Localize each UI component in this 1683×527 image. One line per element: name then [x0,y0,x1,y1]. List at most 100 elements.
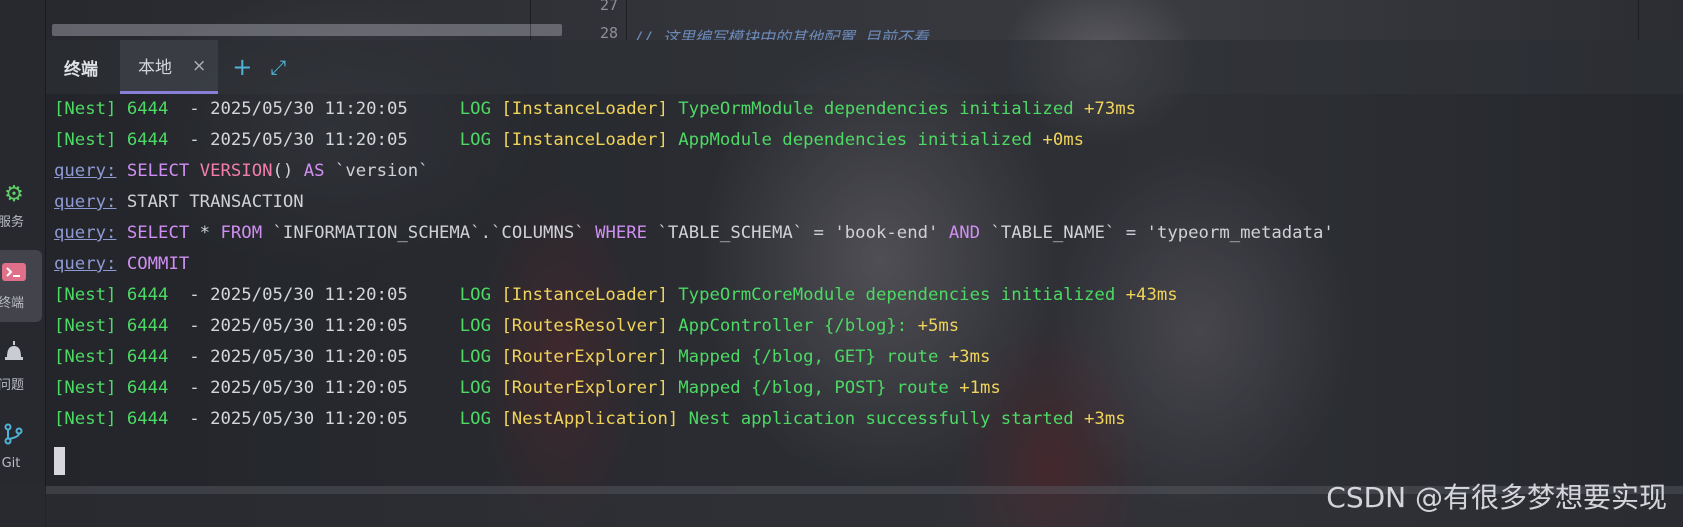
terminal-icon-svg [2,262,26,281]
activity-label: Git [1,455,21,471]
log-level: LOG [407,316,502,336]
terminal-icon [1,262,27,288]
gutter-divider [626,0,627,40]
log-timing: +73ms [1084,99,1137,119]
terminal-tabbar: 终端 本地 × + ⤢ [46,40,1683,94]
activity-bar: ⚙ 服务 终端 问题 Git [0,0,46,527]
log-prefix: [Nest] 6444 [54,378,169,398]
terminal-line: [Nest] 6444 - 2025/05/30 11:20:05 LOG [N… [54,404,1683,435]
line-number: 27 [600,0,619,14]
close-icon[interactable]: × [192,56,206,76]
log-level: LOG [407,409,502,429]
log-message: Mapped {/blog, GET} route [667,347,949,367]
sql-token: WHERE [595,223,648,243]
log-prefix: [Nest] 6444 [54,347,169,367]
log-context: [RouterExplorer] [501,378,668,398]
log-message: TypeOrmModule dependencies initialized [667,99,1085,119]
activity-label: 终端 [0,295,24,311]
log-prefix: [Nest] 6444 [54,130,169,150]
sql-token: () [272,161,304,181]
query-label[interactable]: query: [54,192,116,212]
log-timing: +1ms [959,378,1001,398]
terminal-line: query: COMMIT [54,249,1683,280]
activity-label: 问题 [0,377,24,393]
terminal-line: [Nest] 6444 - 2025/05/30 11:20:05 LOG [I… [54,280,1683,311]
terminal-line: [Nest] 6444 - 2025/05/30 11:20:05 LOG [R… [54,373,1683,404]
sql-token: `TABLE_SCHEMA` = 'book-end' [647,223,949,243]
query-label[interactable]: query: [54,161,116,181]
sql-token: `version` [324,161,429,181]
log-timing: +3ms [948,347,991,367]
log-prefix: [Nest] 6444 [54,316,169,336]
sql-token: START TRANSACTION [126,192,304,212]
activity-item-git[interactable]: Git [0,410,42,482]
watermark-text: CSDN @有很多梦想要实现 [1326,481,1667,514]
log-message: TypeOrmCoreModule dependencies initializ… [667,285,1126,305]
terminal-line: [Nest] 6444 - 2025/05/30 11:20:05 LOG [R… [54,311,1683,342]
terminal-lines: [Nest] 6444 - 2025/05/30 11:20:05 LOG [I… [54,94,1683,435]
new-terminal-button[interactable]: + [224,40,260,94]
query-label[interactable]: query: [54,254,116,274]
terminal-output[interactable]: [Nest] 6444 - 2025/05/30 11:20:05 LOG [I… [46,94,1683,486]
terminal-line: query: SELECT VERSION() AS `version` [54,156,1683,187]
activity-label: 服务 [0,214,24,230]
log-timing: +0ms [1042,130,1085,150]
terminal-panel-title: 终端 [64,59,98,80]
code-comment: // 这里编写模块中的其他配置 目前不看 [634,28,929,40]
expand-icon[interactable]: ⤢ [260,40,296,94]
query-space [116,254,126,274]
alert-icon [2,340,26,370]
log-timing: +5ms [917,316,960,336]
log-timestamp: - 2025/05/30 11:20:05 [168,409,408,429]
log-timestamp: - 2025/05/30 11:20:05 [168,285,408,305]
log-message: Nest application successfully started [678,409,1085,429]
tab-local[interactable]: 本地 × [120,40,219,94]
activity-item-problems[interactable]: 问题 [0,330,42,402]
sql-token: SELECT [126,161,190,181]
query-label[interactable]: query: [54,223,116,243]
terminal-line: [Nest] 6444 - 2025/05/30 11:20:05 LOG [I… [54,125,1683,156]
log-level: LOG [407,347,502,367]
log-message: AppController {/blog}: [667,316,918,336]
sql-token: SELECT [126,223,190,243]
log-timestamp: - 2025/05/30 11:20:05 [168,130,408,150]
activity-item-terminal[interactable]: 终端 [0,250,42,322]
prompt-line[interactable] [54,435,1683,475]
sql-token: AND [948,223,981,243]
log-message: AppModule dependencies initialized [667,130,1043,150]
terminal-line: [Nest] 6444 - 2025/05/30 11:20:05 LOG [R… [54,342,1683,373]
log-level: LOG [407,99,502,119]
sql-token: VERSION [199,161,273,181]
sql-token: AS [303,161,325,181]
sql-token: COMMIT [126,254,190,274]
terminal-line: query: START TRANSACTION [54,187,1683,218]
log-context: [InstanceLoader] [501,99,668,119]
query-space [116,223,126,243]
query-space [116,192,126,212]
terminal-line: [Nest] 6444 - 2025/05/30 11:20:05 LOG [I… [54,94,1683,125]
log-context: [RoutesResolver] [501,316,668,336]
sql-token: FROM [220,223,263,243]
log-prefix: [Nest] 6444 [54,99,169,119]
gear-icon: ⚙ [4,181,24,207]
panel-divider [530,0,531,40]
alert-icon-svg [5,340,23,360]
line-number: 28 [600,24,619,40]
git-icon [2,422,26,452]
text-cursor [54,446,65,475]
horizontal-scrollbar[interactable] [52,24,562,36]
editor-right-edge [1638,0,1639,40]
log-message: Mapped {/blog, POST} route [667,378,960,398]
log-level: LOG [407,130,502,150]
sql-token: `INFORMATION_SCHEMA`.`COLUMNS` [262,223,596,243]
log-timestamp: - 2025/05/30 11:20:05 [168,99,408,119]
terminal-line: query: SELECT * FROM `INFORMATION_SCHEMA… [54,218,1683,249]
log-timestamp: - 2025/05/30 11:20:05 [168,316,408,336]
log-timestamp: - 2025/05/30 11:20:05 [168,347,408,367]
activity-item-services[interactable]: ⚙ 服务 [0,170,42,242]
git-icon-svg [4,423,23,444]
log-context: [NestApplication] [501,409,679,429]
log-prefix: [Nest] 6444 [54,409,169,429]
log-context: [InstanceLoader] [501,130,668,150]
